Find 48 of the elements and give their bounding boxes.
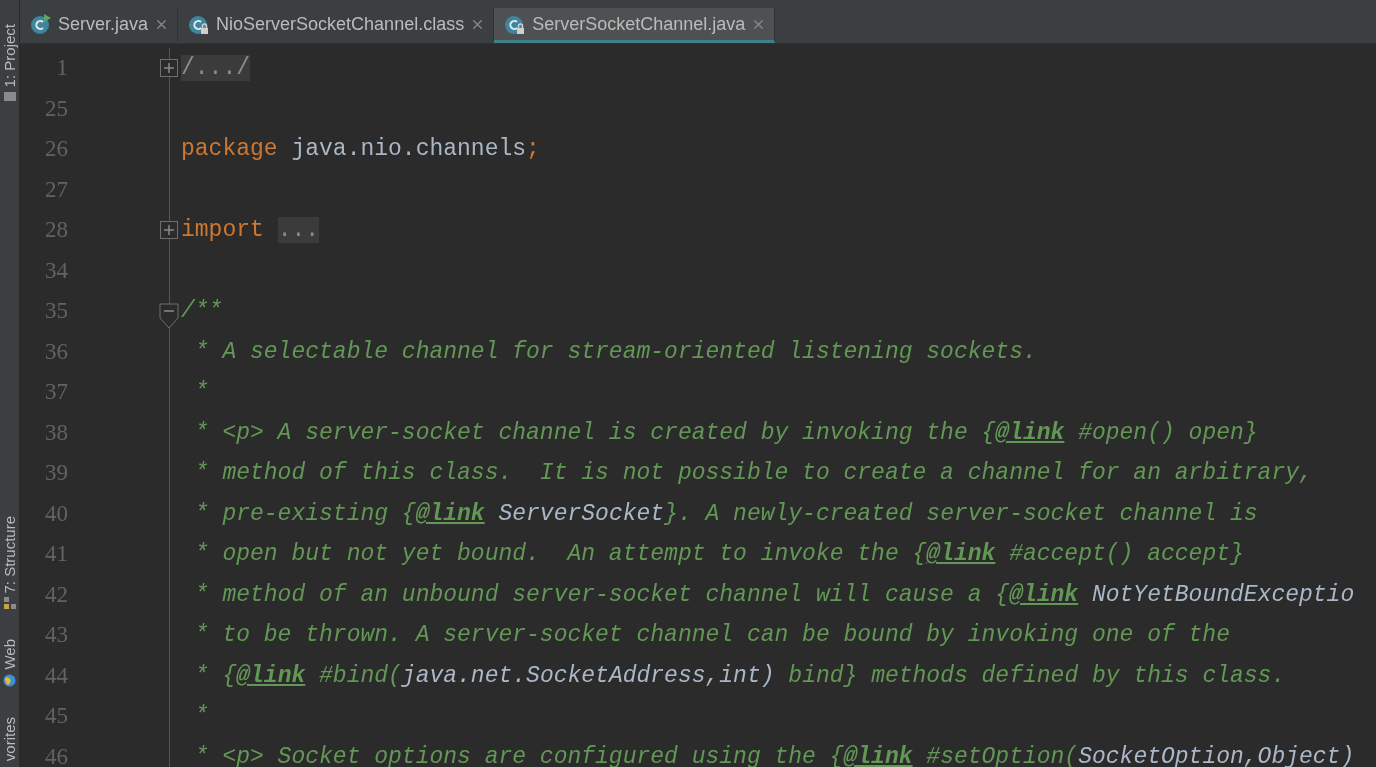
- line-number: 1: [55, 55, 68, 82]
- structure-icon: [3, 597, 16, 610]
- line-number: 35: [44, 298, 68, 325]
- code-line: * A selectable channel for stream-oriented listening sockets.: [193, 337, 1037, 367]
- code-line: * {@link #bind(java.net.SocketAddress,int) bind} methods defined by this class.: [193, 661, 1286, 691]
- fold-collapse-icon[interactable]: [159, 303, 179, 330]
- code-line: * <p> Socket options are configured using the {@link #setOption(SocketOption,Object): [193, 742, 1355, 767]
- editor-tab[interactable]: ServerSocketChannel.java: [494, 8, 776, 43]
- code-line: * to be thrown. A server-socket channel can be bound by invoking one of the: [193, 621, 1230, 651]
- tool-window-button[interactable]: 7: Structure: [0, 509, 19, 616]
- code-line: * method of this class. It is not possible to create a channel for an arbitrary,: [193, 459, 1313, 489]
- tool-window-button[interactable]: vorites: [0, 710, 19, 767]
- code-line: * method of an unbound server-socket channel will cause a {@link NotYetBoundExceptio: [193, 580, 1355, 610]
- line-number: 38: [44, 419, 68, 446]
- tool-window-button[interactable]: Web: [0, 633, 19, 693]
- code-line: *: [193, 378, 209, 408]
- code-line: * pre-existing {@link ServerSocket}. A newly-created server-socket channel is: [193, 499, 1258, 529]
- code-line: *: [193, 702, 209, 732]
- line-number: 44: [44, 662, 68, 689]
- class-lock-icon: [504, 13, 527, 35]
- code-line: import ...: [181, 216, 320, 246]
- line-number: 28: [44, 217, 68, 244]
- tab-title: NioServerSocketChannel.class: [216, 13, 465, 35]
- class-lock-icon: [188, 13, 211, 35]
- line-number: 37: [44, 379, 68, 406]
- tab-title: ServerSocketChannel.java: [532, 13, 746, 35]
- line-number: 41: [44, 541, 68, 568]
- line-number: 36: [44, 338, 68, 365]
- line-number: 27: [44, 176, 68, 203]
- code-line: package java.nio.channels;: [181, 135, 540, 165]
- fold-expand-icon[interactable]: [160, 59, 178, 78]
- line-number: 34: [44, 257, 68, 284]
- line-number: 45: [44, 703, 68, 730]
- tool-window-button[interactable]: 1: Project: [0, 18, 19, 108]
- code-line: * <p> A server-socket channel is created by invoking the {@link #open() open}: [193, 418, 1258, 448]
- code-line: * open but not yet bound. An attempt to invoke the {@link #accept() accept}: [193, 540, 1244, 570]
- line-number: 42: [44, 581, 68, 608]
- tab-title: Server.java: [58, 13, 149, 35]
- class-run-icon: [30, 13, 52, 35]
- globe-icon: [3, 673, 16, 687]
- line-number: 46: [44, 743, 68, 767]
- code-line: /**: [181, 297, 223, 327]
- line-number: 25: [44, 95, 68, 122]
- line-number: 43: [44, 622, 68, 649]
- line-number: 40: [44, 500, 68, 527]
- line-number: 39: [44, 460, 68, 487]
- line-number: 26: [44, 136, 68, 163]
- fold-expand-icon[interactable]: [160, 221, 178, 240]
